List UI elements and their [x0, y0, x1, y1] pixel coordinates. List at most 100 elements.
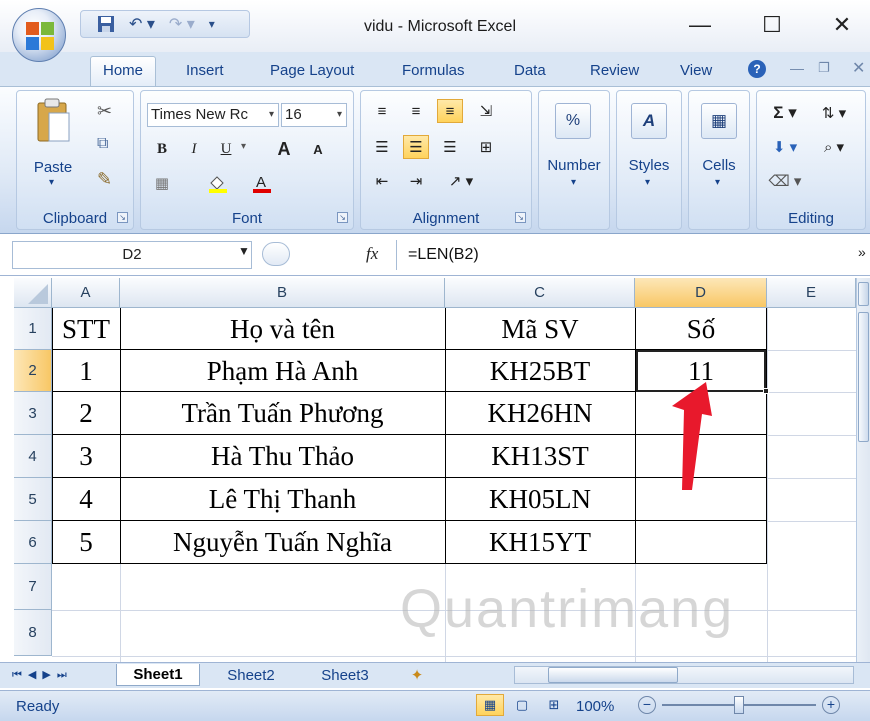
- underline-button[interactable]: U: [213, 137, 239, 161]
- fill-color-icon[interactable]: [205, 171, 231, 195]
- sheet-tab-sheet2[interactable]: Sheet2: [206, 664, 296, 686]
- tab-insert[interactable]: Insert: [186, 62, 224, 79]
- bold-button[interactable]: B: [149, 137, 175, 161]
- clear-icon[interactable]: ⌫ ▾: [765, 169, 805, 193]
- cell-b4[interactable]: Hà Thu Thảo: [120, 435, 445, 478]
- format-painter-icon[interactable]: ✎: [97, 169, 112, 190]
- font-color-icon[interactable]: A: [249, 171, 275, 195]
- cell-b5[interactable]: Lê Thị Thanh: [120, 478, 445, 521]
- align-left-icon[interactable]: ☰: [369, 135, 395, 159]
- column-header-b[interactable]: B: [120, 278, 445, 308]
- row-header-8[interactable]: 8: [14, 610, 52, 656]
- maximize-icon[interactable]: ☐: [752, 10, 792, 40]
- row-header-3[interactable]: 3: [14, 392, 52, 435]
- borders-icon[interactable]: ▦: [149, 171, 175, 195]
- minimize-icon[interactable]: —: [680, 10, 720, 40]
- decrease-indent-icon[interactable]: ⇤: [369, 169, 395, 193]
- insert-function-icon[interactable]: fx: [366, 244, 378, 264]
- fill-handle[interactable]: [763, 388, 769, 394]
- redo-icon[interactable]: ↷ ▾: [169, 13, 195, 35]
- tab-review[interactable]: Review: [590, 62, 639, 79]
- wrap-text-icon[interactable]: ⇲: [473, 99, 499, 123]
- workbook-close-icon[interactable]: ✕: [852, 58, 865, 78]
- paste-dropdown-icon[interactable]: ▾: [49, 177, 54, 188]
- underline-dropdown-icon[interactable]: ▾: [241, 141, 246, 152]
- paste-icon[interactable]: [35, 97, 71, 153]
- tab-formulas[interactable]: Formulas: [402, 62, 465, 79]
- column-header-e[interactable]: E: [767, 278, 856, 308]
- zoom-out-icon[interactable]: −: [638, 696, 656, 714]
- cell-c5[interactable]: KH05LN: [445, 478, 635, 521]
- cell-a5[interactable]: 4: [52, 478, 120, 521]
- page-layout-view-icon[interactable]: ▢: [508, 694, 536, 716]
- row-header-6[interactable]: 6: [14, 521, 52, 564]
- cell-b6[interactable]: Nguyễn Tuấn Nghĩa: [120, 521, 445, 564]
- cells-dropdown-icon[interactable]: ▾: [715, 177, 720, 188]
- font-name-combo[interactable]: Times New Rc ▾: [147, 103, 279, 127]
- orientation-icon[interactable]: ↗ ▾: [441, 169, 481, 193]
- sheet-tab-sheet1[interactable]: Sheet1: [116, 664, 200, 686]
- formula-bar-resize-handle[interactable]: [262, 242, 290, 266]
- tab-page-layout[interactable]: Page Layout: [270, 62, 354, 79]
- row-header-1[interactable]: 1: [14, 308, 52, 350]
- cell-a6[interactable]: 5: [52, 521, 120, 564]
- undo-icon[interactable]: ↶ ▾: [129, 13, 155, 35]
- number-dropdown-icon[interactable]: ▾: [571, 177, 576, 188]
- align-right-icon[interactable]: ☰: [437, 135, 463, 159]
- name-box[interactable]: D2: [12, 241, 252, 269]
- column-header-d[interactable]: D: [635, 278, 767, 308]
- find-select-icon[interactable]: ⌕ ▾: [813, 135, 855, 159]
- customize-qat-icon[interactable]: ▾: [209, 13, 215, 35]
- fill-icon[interactable]: ⬇ ▾: [765, 135, 805, 159]
- cell-a4[interactable]: 3: [52, 435, 120, 478]
- cells-button[interactable]: Cells: [689, 157, 749, 174]
- tab-home[interactable]: Home: [90, 56, 156, 86]
- align-bottom-icon[interactable]: ≡: [437, 99, 463, 123]
- normal-view-icon[interactable]: ▦: [476, 694, 504, 716]
- font-launcher-icon[interactable]: ↘: [337, 212, 348, 223]
- zoom-slider-thumb[interactable]: [734, 696, 744, 714]
- cell-c4[interactable]: KH13ST: [445, 435, 635, 478]
- tab-view[interactable]: View: [680, 62, 712, 79]
- row-header-4[interactable]: 4: [14, 435, 52, 478]
- cell-c2[interactable]: KH25BT: [445, 350, 635, 392]
- styles-icon[interactable]: A: [631, 103, 667, 139]
- percent-icon[interactable]: %: [555, 103, 591, 139]
- paste-button[interactable]: Paste: [23, 159, 83, 176]
- alignment-launcher-icon[interactable]: ↘: [515, 212, 526, 223]
- italic-button[interactable]: I: [181, 137, 207, 161]
- sheet-nav-arrows-icon[interactable]: ⏮◀▶⏭: [12, 668, 73, 682]
- align-center-icon[interactable]: ☰: [403, 135, 429, 159]
- cell-d1[interactable]: Số: [635, 308, 767, 350]
- cell-a2[interactable]: 1: [52, 350, 120, 392]
- sort-filter-icon[interactable]: ⇅ ▾: [813, 101, 855, 125]
- sheet-tab-sheet3[interactable]: Sheet3: [300, 664, 390, 686]
- styles-dropdown-icon[interactable]: ▾: [645, 177, 650, 188]
- cell-c6[interactable]: KH15YT: [445, 521, 635, 564]
- number-button[interactable]: Number: [539, 157, 609, 174]
- name-box-dropdown-icon[interactable]: ▼: [238, 244, 250, 258]
- cell-c1[interactable]: Mã SV: [445, 308, 635, 350]
- clipboard-launcher-icon[interactable]: ↘: [117, 212, 128, 223]
- increase-indent-icon[interactable]: ⇥: [403, 169, 429, 193]
- row-header-2[interactable]: 2: [14, 350, 52, 392]
- vertical-scroll-handle[interactable]: [858, 312, 869, 442]
- horizontal-scroll-thumb[interactable]: [548, 667, 678, 683]
- close-icon[interactable]: ✕: [822, 10, 862, 40]
- help-icon[interactable]: ?: [748, 60, 766, 78]
- cells-icon[interactable]: ▦: [701, 103, 737, 139]
- autosum-icon[interactable]: Σ ▾: [765, 101, 805, 125]
- cell-b1[interactable]: Họ và tên: [120, 308, 445, 350]
- cell-a1[interactable]: STT: [52, 308, 120, 350]
- zoom-level[interactable]: 100%: [576, 698, 614, 715]
- expand-formula-bar-icon[interactable]: »: [858, 244, 866, 260]
- align-middle-icon[interactable]: ≡: [403, 99, 429, 123]
- cell-b2[interactable]: Phạm Hà Anh: [120, 350, 445, 392]
- zoom-in-icon[interactable]: +: [822, 696, 840, 714]
- tab-data[interactable]: Data: [514, 62, 546, 79]
- select-all-corner[interactable]: [14, 278, 52, 308]
- merge-center-icon[interactable]: ⊞: [473, 135, 499, 159]
- row-header-5[interactable]: 5: [14, 478, 52, 521]
- align-top-icon[interactable]: ≡: [369, 99, 395, 123]
- office-button[interactable]: [12, 8, 66, 62]
